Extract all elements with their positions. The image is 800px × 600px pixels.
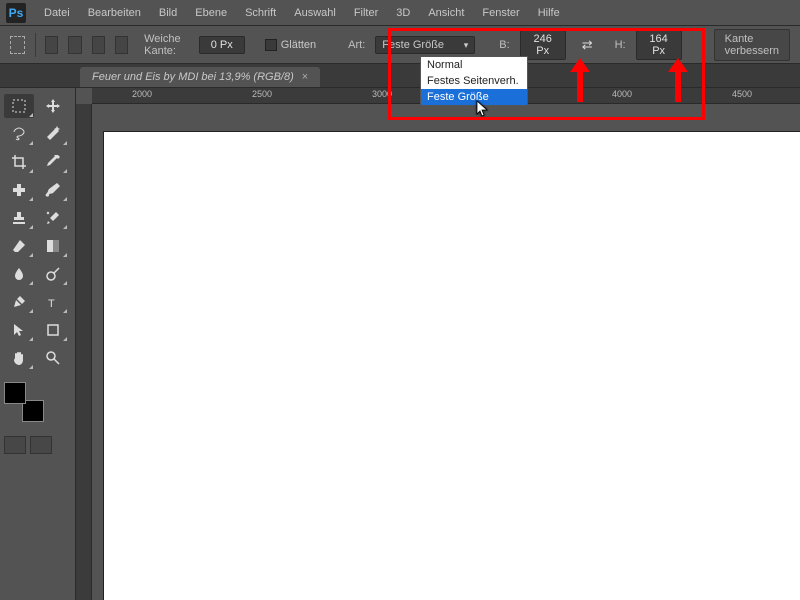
art-label: Art: (348, 39, 365, 51)
workarea: T 2000 2500 3000 (0, 88, 800, 600)
dropdown-item-feste-groesse[interactable]: Feste Größe (421, 89, 527, 105)
path-select-tool[interactable] (4, 318, 34, 342)
menu-fenster[interactable]: Fenster (482, 7, 519, 19)
art-dropdown-list: Normal Festes Seitenverh. Feste Größe (420, 56, 528, 106)
annotation-arrow (570, 58, 590, 102)
width-label: B: (499, 39, 509, 51)
height-label: H: (615, 39, 626, 51)
pen-tool[interactable] (4, 290, 34, 314)
shape-tool[interactable] (38, 318, 68, 342)
eraser-tool[interactable] (4, 234, 34, 258)
document-tab[interactable]: Feuer und Eis by MDI bei 13,9% (RGB/8) × (80, 67, 320, 87)
ruler-vertical[interactable] (76, 104, 92, 600)
quickmask-mode-icon[interactable] (30, 436, 52, 454)
hand-tool[interactable] (4, 346, 34, 370)
svg-text:T: T (48, 298, 55, 310)
menu-filter[interactable]: Filter (354, 7, 378, 19)
tool-preset-picker[interactable] (10, 36, 25, 54)
foreground-swatch[interactable] (4, 382, 26, 404)
add-selection-icon[interactable] (68, 36, 81, 54)
move-tool[interactable] (38, 94, 68, 118)
stamp-tool[interactable] (4, 206, 34, 230)
menu-schrift[interactable]: Schrift (245, 7, 276, 19)
zoom-tool[interactable] (38, 346, 68, 370)
ruler-tick: 3000 (372, 89, 392, 99)
crop-tool[interactable] (4, 150, 34, 174)
height-input[interactable]: 164 Px (636, 30, 682, 60)
history-brush-tool[interactable] (38, 206, 68, 230)
dropdown-item-normal[interactable]: Normal (421, 57, 527, 73)
width-input[interactable]: 246 Px (520, 30, 566, 60)
menu-ansicht[interactable]: Ansicht (428, 7, 464, 19)
lasso-tool[interactable] (4, 122, 34, 146)
art-dropdown[interactable]: Feste Größe (375, 36, 475, 54)
ruler-tick: 2000 (132, 89, 152, 99)
art-dropdown-value: Feste Größe (382, 39, 444, 51)
menu-auswahl[interactable]: Auswahl (294, 7, 336, 19)
ruler-tick: 2500 (252, 89, 272, 99)
ruler-tick: 4500 (732, 89, 752, 99)
subtract-selection-icon[interactable] (92, 36, 105, 54)
blur-tool[interactable] (4, 262, 34, 286)
menu-hilfe[interactable]: Hilfe (538, 7, 560, 19)
standard-mode-icon[interactable] (4, 436, 26, 454)
gradient-tool[interactable] (38, 234, 68, 258)
annotation-arrow (668, 58, 688, 102)
color-swatches[interactable] (4, 382, 44, 422)
chevron-down-icon (464, 39, 469, 51)
dropdown-item-festes-seitenverh[interactable]: Festes Seitenverh. (421, 73, 527, 89)
type-tool[interactable]: T (38, 290, 68, 314)
swap-wh-icon[interactable]: ⇄ (582, 37, 593, 53)
app-logo: Ps (6, 3, 26, 23)
cursor-icon (476, 100, 490, 121)
antialias-checkbox[interactable] (265, 39, 277, 51)
tools-panel: T (0, 88, 76, 600)
marquee-tool[interactable] (4, 94, 34, 118)
menu-bearbeiten[interactable]: Bearbeiten (88, 7, 141, 19)
antialias-label: Glätten (281, 39, 316, 51)
menubar: Ps Datei Bearbeiten Bild Ebene Schrift A… (0, 0, 800, 26)
separator (35, 33, 36, 57)
close-icon[interactable]: × (302, 71, 308, 83)
ruler-tick: 4000 (612, 89, 632, 99)
feather-label: Weiche Kante: (144, 33, 189, 57)
wand-tool[interactable] (38, 122, 68, 146)
eyedropper-tool[interactable] (38, 150, 68, 174)
dodge-tool[interactable] (38, 262, 68, 286)
document-canvas[interactable] (104, 132, 800, 600)
intersect-selection-icon[interactable] (115, 36, 128, 54)
canvas-area: 2000 2500 3000 3500 4000 4500 (76, 88, 800, 600)
menu-bild[interactable]: Bild (159, 7, 177, 19)
feather-input[interactable]: 0 Px (199, 36, 245, 54)
menu-3d[interactable]: 3D (396, 7, 410, 19)
new-selection-icon[interactable] (45, 36, 58, 54)
document-tab-title: Feuer und Eis by MDI bei 13,9% (RGB/8) (92, 71, 294, 83)
menu-datei[interactable]: Datei (44, 7, 70, 19)
brush-tool[interactable] (38, 178, 68, 202)
heal-tool[interactable] (4, 178, 34, 202)
refine-edge-button[interactable]: Kante verbessern (714, 29, 790, 61)
menu-ebene[interactable]: Ebene (195, 7, 227, 19)
